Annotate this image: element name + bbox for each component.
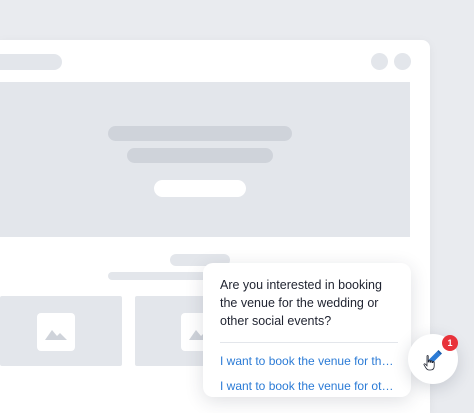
chat-popup: Are you interested in booking the venue …: [203, 263, 411, 397]
headline-placeholder: [108, 126, 292, 141]
subheadline-placeholder: [127, 148, 273, 163]
address-bar-placeholder: [0, 54, 62, 70]
hero-button-placeholder: [154, 180, 246, 197]
window-control-placeholder: [371, 53, 388, 70]
chat-option-social-events[interactable]: I want to book the venue for other socia…: [220, 379, 400, 393]
hero-banner-placeholder: [0, 82, 410, 237]
image-card-placeholder: [0, 296, 122, 366]
chat-divider: [220, 342, 398, 343]
chat-question: Are you interested in booking the venue …: [220, 278, 382, 328]
notification-badge: 1: [442, 335, 458, 351]
hand-cursor-icon: [423, 355, 435, 371]
window-control-placeholder: [394, 53, 411, 70]
image-icon: [37, 313, 75, 351]
chat-option-wedding[interactable]: I want to book the venue for the wedding: [220, 354, 400, 368]
